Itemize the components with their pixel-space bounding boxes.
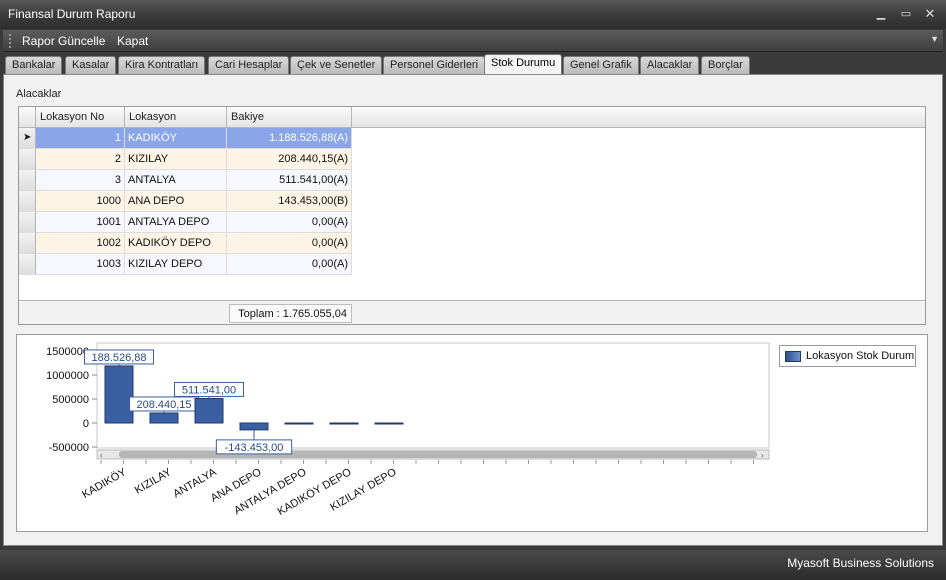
y-tick-label: 0 xyxy=(83,418,89,430)
bar-3 xyxy=(194,397,224,424)
row-indicator xyxy=(19,233,36,254)
row-indicator xyxy=(19,149,36,170)
table-row[interactable]: 1000 ANA DEPO 143.453,00(B) xyxy=(19,191,352,212)
maximize-icon[interactable]: ▭ xyxy=(897,6,915,22)
refresh-report-menu[interactable]: Rapor Güncelle xyxy=(22,34,105,48)
cell-balance[interactable]: 0,00(A) xyxy=(227,233,352,254)
tab-borclar[interactable]: Borçlar xyxy=(701,56,750,74)
tab-alacaklar[interactable]: Alacaklar xyxy=(640,56,700,74)
status-text: Myasoft Business Solutions xyxy=(787,556,934,570)
toolbar-grip-icon[interactable] xyxy=(9,34,13,48)
tab-personel-giderleri[interactable]: Personel Giderleri xyxy=(383,56,486,74)
cell-no[interactable]: 3 xyxy=(36,170,125,191)
cell-balance[interactable]: 511.541,00(A) xyxy=(227,170,352,191)
bar-1 xyxy=(104,365,134,424)
data-label: -143.453,00 xyxy=(225,442,284,454)
legend-swatch xyxy=(785,351,801,362)
cell-no[interactable]: 1001 xyxy=(36,212,125,233)
close-icon[interactable]: ✕ xyxy=(921,6,939,22)
cell-location[interactable]: KIZILAY DEPO xyxy=(125,254,227,275)
tab-kasalar[interactable]: Kasalar xyxy=(65,56,117,74)
tab-stok-durumu[interactable]: Stok Durumu xyxy=(484,54,563,75)
y-tick-label: 500000 xyxy=(52,394,89,406)
table-row[interactable]: 2 KIZILAY 208.440,15(A) xyxy=(19,149,352,170)
column-header-location[interactable]: Lokasyon xyxy=(125,107,227,128)
table-row[interactable]: 3 ANTALYA 511.541,00(A) xyxy=(19,170,352,191)
grid-footer: Toplam : 1.765.055,04 xyxy=(19,300,925,324)
total-summary: Toplam : 1.765.055,04 xyxy=(229,304,352,323)
bar-5 xyxy=(284,422,314,425)
tab-genel-grafik[interactable]: Genel Grafik xyxy=(563,56,639,74)
x-tick-label: KADIKÖY xyxy=(80,466,129,501)
group-label: Alacaklar xyxy=(16,88,62,100)
cell-location[interactable]: KADIKÖY xyxy=(125,128,227,149)
tab-cek-ve-senetler[interactable]: Çek ve Senetler xyxy=(290,56,383,74)
column-header-balance[interactable]: Bakiye xyxy=(227,107,352,128)
bar-6 xyxy=(329,422,359,425)
column-header-no[interactable]: Lokasyon No xyxy=(36,107,125,128)
table-row[interactable]: ➤ 1 KADIKÖY 1.188.526,88(A) xyxy=(19,128,352,149)
cell-balance[interactable]: 1.188.526,88(A) xyxy=(227,128,352,149)
bar-2 xyxy=(149,412,179,424)
cell-balance[interactable]: 0,00(A) xyxy=(227,254,352,275)
minimize-icon[interactable]: ▁ xyxy=(872,6,890,22)
data-label: 511.541,00 xyxy=(182,384,236,396)
tab-strip: Bankalar Kasalar Kira Kontratları Cari H… xyxy=(3,54,943,75)
table-row[interactable]: 1003 KIZILAY DEPO 0,00(A) xyxy=(19,254,352,275)
cell-location[interactable]: KIZILAY xyxy=(125,149,227,170)
chart-legend: Lokasyon Stok Durum xyxy=(779,345,916,367)
cell-no[interactable]: 1000 xyxy=(36,191,125,212)
tab-content: Alacaklar Lokasyon No Lokasyon Bakiye ➤ … xyxy=(3,74,943,546)
bar-4 xyxy=(239,422,269,431)
cell-balance[interactable]: 208.440,15(A) xyxy=(227,149,352,170)
cell-location[interactable]: ANA DEPO xyxy=(125,191,227,212)
menu-bar: Rapor Güncelle Kapat ▼ xyxy=(3,30,943,52)
data-label: 208.440,15 xyxy=(136,399,191,411)
scroll-right-icon: › xyxy=(761,451,764,460)
table-row[interactable]: 1001 ANTALYA DEPO 0,00(A) xyxy=(19,212,352,233)
legend-label: Lokasyon Stok Durum xyxy=(806,350,915,362)
row-indicator xyxy=(19,212,36,233)
close-menu[interactable]: Kapat xyxy=(117,34,148,48)
cell-no[interactable]: 1003 xyxy=(36,254,125,275)
cell-balance[interactable]: 0,00(A) xyxy=(227,212,352,233)
empty-header xyxy=(352,107,925,128)
row-indicator-icon: ➤ xyxy=(19,128,36,149)
cell-location[interactable]: ANTALYA xyxy=(125,170,227,191)
tab-kira-kontratlari[interactable]: Kira Kontratları xyxy=(118,56,206,74)
app-window: Finansal Durum Raporu ▁ ▭ ✕ Rapor Güncel… xyxy=(0,0,946,580)
window-title: Finansal Durum Raporu xyxy=(8,7,136,21)
scroll-left-icon: ‹ xyxy=(100,451,103,460)
x-tick-label: KIZILAY xyxy=(133,466,174,497)
title-bar: Finansal Durum Raporu ▁ ▭ ✕ xyxy=(0,0,946,29)
row-indicator xyxy=(19,254,36,275)
tab-bankalar[interactable]: Bankalar xyxy=(5,56,63,74)
row-indicator xyxy=(19,170,36,191)
chevron-down-icon[interactable]: ▼ xyxy=(930,34,939,44)
cell-location[interactable]: KADIKÖY DEPO xyxy=(125,233,227,254)
data-label: 188.526,88 xyxy=(91,352,146,364)
chart-scroll-thumb xyxy=(119,451,757,458)
bar-7 xyxy=(374,422,404,425)
chart-panel: 1500000 1000000 500000 0 -500000 ‹ › 188.526,88… xyxy=(16,334,928,532)
row-indicator xyxy=(19,191,36,212)
y-tick-label: 1500000 xyxy=(46,346,89,358)
cell-location[interactable]: ANTALYA DEPO xyxy=(125,212,227,233)
cell-no[interactable]: 2 xyxy=(36,149,125,170)
row-indicator-header xyxy=(19,107,36,128)
tab-cari-hesaplar[interactable]: Cari Hesaplar xyxy=(208,56,290,74)
cell-no[interactable]: 1 xyxy=(36,128,125,149)
cell-no[interactable]: 1002 xyxy=(36,233,125,254)
y-tick-label: 1000000 xyxy=(46,370,89,382)
bar-chart: 1500000 1000000 500000 0 -500000 ‹ › 188.526,88… xyxy=(46,342,770,518)
table-row[interactable]: 1002 KADIKÖY DEPO 0,00(A) xyxy=(19,233,352,254)
data-grid[interactable]: Lokasyon No Lokasyon Bakiye ➤ 1 KADIKÖY … xyxy=(18,106,926,325)
y-tick-label: -500000 xyxy=(49,442,89,454)
status-bar: Myasoft Business Solutions xyxy=(0,550,946,580)
cell-balance[interactable]: 143.453,00(B) xyxy=(227,191,352,212)
